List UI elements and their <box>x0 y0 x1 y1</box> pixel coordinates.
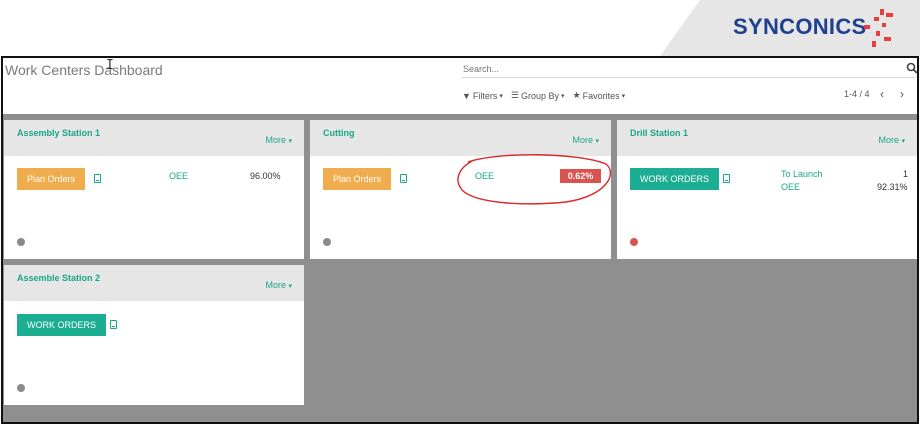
workcenter-card[interactable]: Drill Station 1 More ▾ WORK ORDERS To La… <box>617 120 917 259</box>
synconics-logo: SYNCONICS <box>733 14 867 39</box>
work-orders-button[interactable]: WORK ORDERS <box>630 168 720 190</box>
group-by-label: Group By <box>521 90 560 101</box>
card-header: Drill Station 1 More ▾ <box>617 120 917 156</box>
list-icon: ☰ <box>510 90 520 100</box>
more-label: More <box>572 135 593 145</box>
card-title[interactable]: Cutting <box>323 128 355 138</box>
status-dot <box>17 384 25 392</box>
more-dropdown[interactable]: More ▾ <box>878 135 905 145</box>
workcenter-card[interactable]: Assemble Station 2 More ▾ WORK ORDERS <box>4 265 304 405</box>
plan-orders-button[interactable]: Plan Orders <box>323 168 392 190</box>
more-dropdown[interactable]: More ▾ <box>265 280 292 290</box>
to-launch-value: 1 <box>903 169 909 179</box>
workcenter-card[interactable]: Cutting More ▾ Plan Orders OEE 0.62% <box>310 120 611 259</box>
tablet-icon[interactable] <box>94 174 101 183</box>
search-icon[interactable] <box>906 62 918 74</box>
filter-icon: ▼ <box>462 90 471 101</box>
card-title[interactable]: Assembly Station 1 <box>17 128 100 138</box>
work-orders-button[interactable]: WORK ORDERS <box>17 314 107 336</box>
more-dropdown[interactable]: More ▾ <box>265 135 292 145</box>
screenshot-root: SYNCONICS Work Centers Dashboard I ▼ Fil… <box>0 0 920 426</box>
oee-danger-badge: 0.62% <box>560 169 601 183</box>
oee-value: 96.00% <box>250 171 281 181</box>
caret-down-icon: ▾ <box>901 138 905 145</box>
more-label: More <box>878 135 899 145</box>
favorites-button[interactable]: ★ Favorites ▾ <box>573 90 626 101</box>
synconics-logo-mark <box>864 9 893 47</box>
page-title: Work Centers Dashboard <box>5 62 163 78</box>
filters-label: Filters <box>472 90 498 101</box>
more-dropdown[interactable]: More ▾ <box>572 135 599 145</box>
card-header: Assemble Station 2 More ▾ <box>4 265 304 301</box>
tablet-icon[interactable] <box>723 174 730 183</box>
pager-value[interactable]: 1-4 / 4 <box>844 89 870 99</box>
caret-down-icon: ▾ <box>595 138 599 145</box>
text-cursor-icon: I <box>106 58 114 73</box>
caret-down-icon: ▾ <box>561 92 565 100</box>
card-title[interactable]: Drill Station 1 <box>630 128 688 138</box>
caret-down-icon: ▾ <box>499 92 503 100</box>
star-icon: ★ <box>572 90 581 100</box>
status-dot <box>323 238 331 246</box>
tablet-icon[interactable] <box>400 174 407 183</box>
tablet-icon[interactable] <box>110 320 117 329</box>
oee-label[interactable]: OEE <box>169 171 188 181</box>
card-title[interactable]: Assemble Station 2 <box>17 273 100 283</box>
group-by-button[interactable]: ☰ Group By ▾ <box>511 90 565 101</box>
control-panel: Work Centers Dashboard I ▼ Filters ▾ ☰ G… <box>3 58 917 114</box>
chevron-right-icon[interactable]: › <box>900 87 904 101</box>
oee-label[interactable]: OEE <box>475 171 494 181</box>
oee-label[interactable]: OEE <box>781 182 800 192</box>
to-launch-label[interactable]: To Launch <box>781 169 823 179</box>
chevron-left-icon[interactable]: ‹ <box>880 87 884 101</box>
caret-down-icon: ▾ <box>621 92 626 100</box>
filters-button[interactable]: ▼ Filters ▾ <box>462 90 503 101</box>
more-label: More <box>265 135 286 145</box>
plan-orders-button[interactable]: Plan Orders <box>17 168 86 190</box>
favorites-label: Favorites <box>582 90 620 101</box>
more-label: More <box>265 280 286 290</box>
card-header: Cutting More ▾ <box>310 120 611 156</box>
card-header: Assembly Station 1 More ▾ <box>4 120 304 156</box>
search-options: ▼ Filters ▾ ☰ Group By ▾ ★ Favorites ▾ <box>462 90 625 101</box>
status-dot <box>17 238 25 246</box>
app-screen: Work Centers Dashboard I ▼ Filters ▾ ☰ G… <box>1 56 919 424</box>
caret-down-icon: ▾ <box>288 283 292 290</box>
oee-value: 92.31% <box>877 182 908 192</box>
search-input[interactable] <box>462 60 916 78</box>
caret-down-icon: ▾ <box>288 138 292 145</box>
status-dot <box>630 238 638 246</box>
workcenter-card[interactable]: Assembly Station 1 More ▾ Plan Orders OE… <box>4 120 304 259</box>
